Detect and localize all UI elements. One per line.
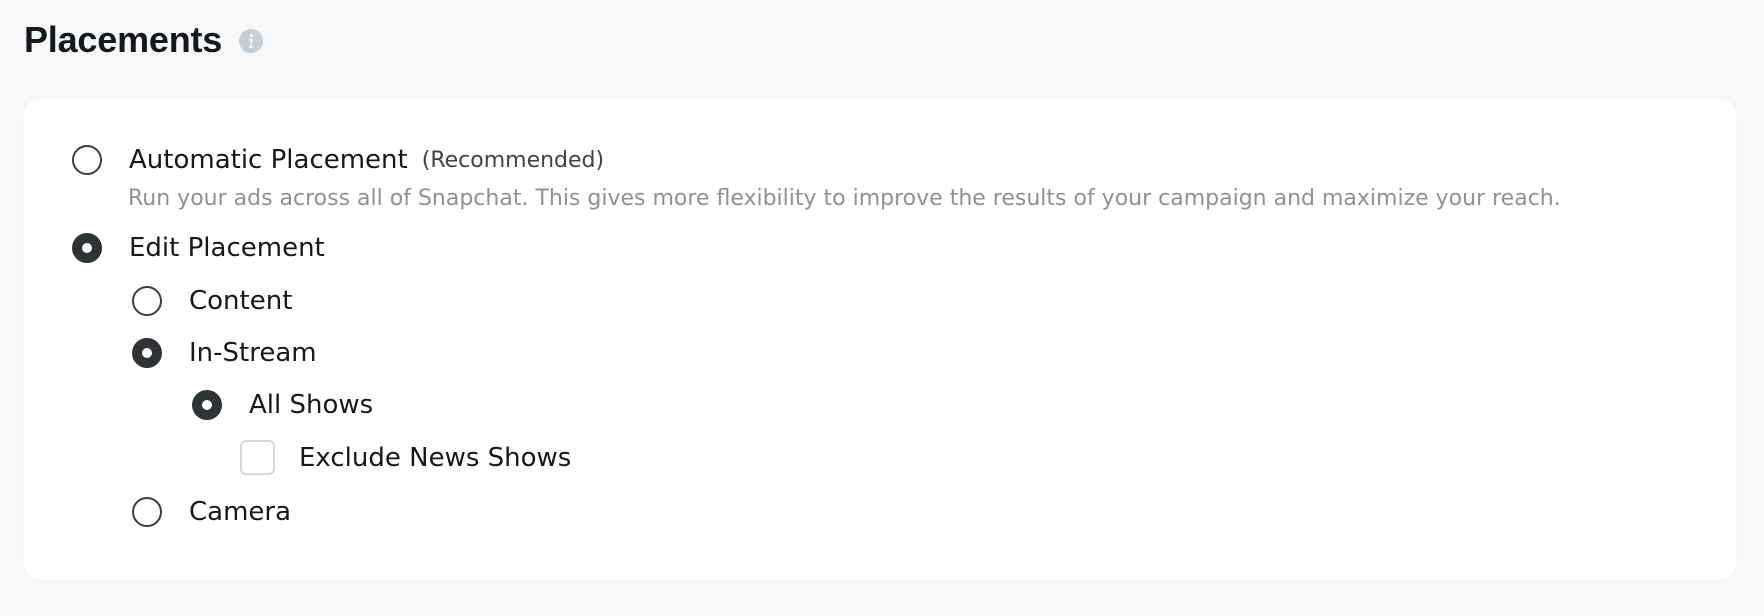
camera-radio[interactable] [132, 497, 162, 527]
content-option[interactable]: Content [132, 285, 292, 317]
content-radio[interactable] [132, 286, 162, 316]
placements-card: Automatic Placement (Recommended) Run yo… [24, 99, 1736, 580]
edit-placement-radio[interactable] [72, 233, 102, 263]
section-header: Placements [24, 18, 264, 62]
camera-label: Camera [189, 497, 292, 527]
camera-option[interactable]: Camera [132, 496, 291, 528]
automatic-placement-description: Run your ads across all of Snapchat. Thi… [128, 186, 1561, 211]
edit-placement-option[interactable]: Edit Placement [72, 232, 325, 264]
in-stream-option[interactable]: In-Stream [132, 337, 317, 369]
automatic-placement-radio[interactable] [72, 145, 102, 175]
edit-placement-label: Edit Placement [129, 233, 325, 263]
content-label: Content [189, 286, 293, 316]
all-shows-option[interactable]: All Shows [192, 389, 373, 421]
in-stream-label: In-Stream [189, 338, 317, 368]
exclude-news-shows-label: Exclude News Shows [299, 442, 572, 473]
exclude-news-shows-checkbox[interactable] [240, 440, 275, 475]
recommended-hint: (Recommended) [421, 148, 605, 173]
exclude-news-shows-option[interactable]: Exclude News Shows [240, 440, 571, 475]
all-shows-radio[interactable] [192, 390, 222, 420]
info-icon[interactable] [238, 28, 264, 54]
all-shows-label: All Shows [249, 390, 374, 420]
page-title: Placements [24, 19, 223, 60]
automatic-placement-option[interactable]: Automatic Placement (Recommended) [72, 144, 604, 176]
automatic-placement-label: Automatic Placement [129, 145, 408, 175]
in-stream-radio[interactable] [132, 338, 162, 368]
